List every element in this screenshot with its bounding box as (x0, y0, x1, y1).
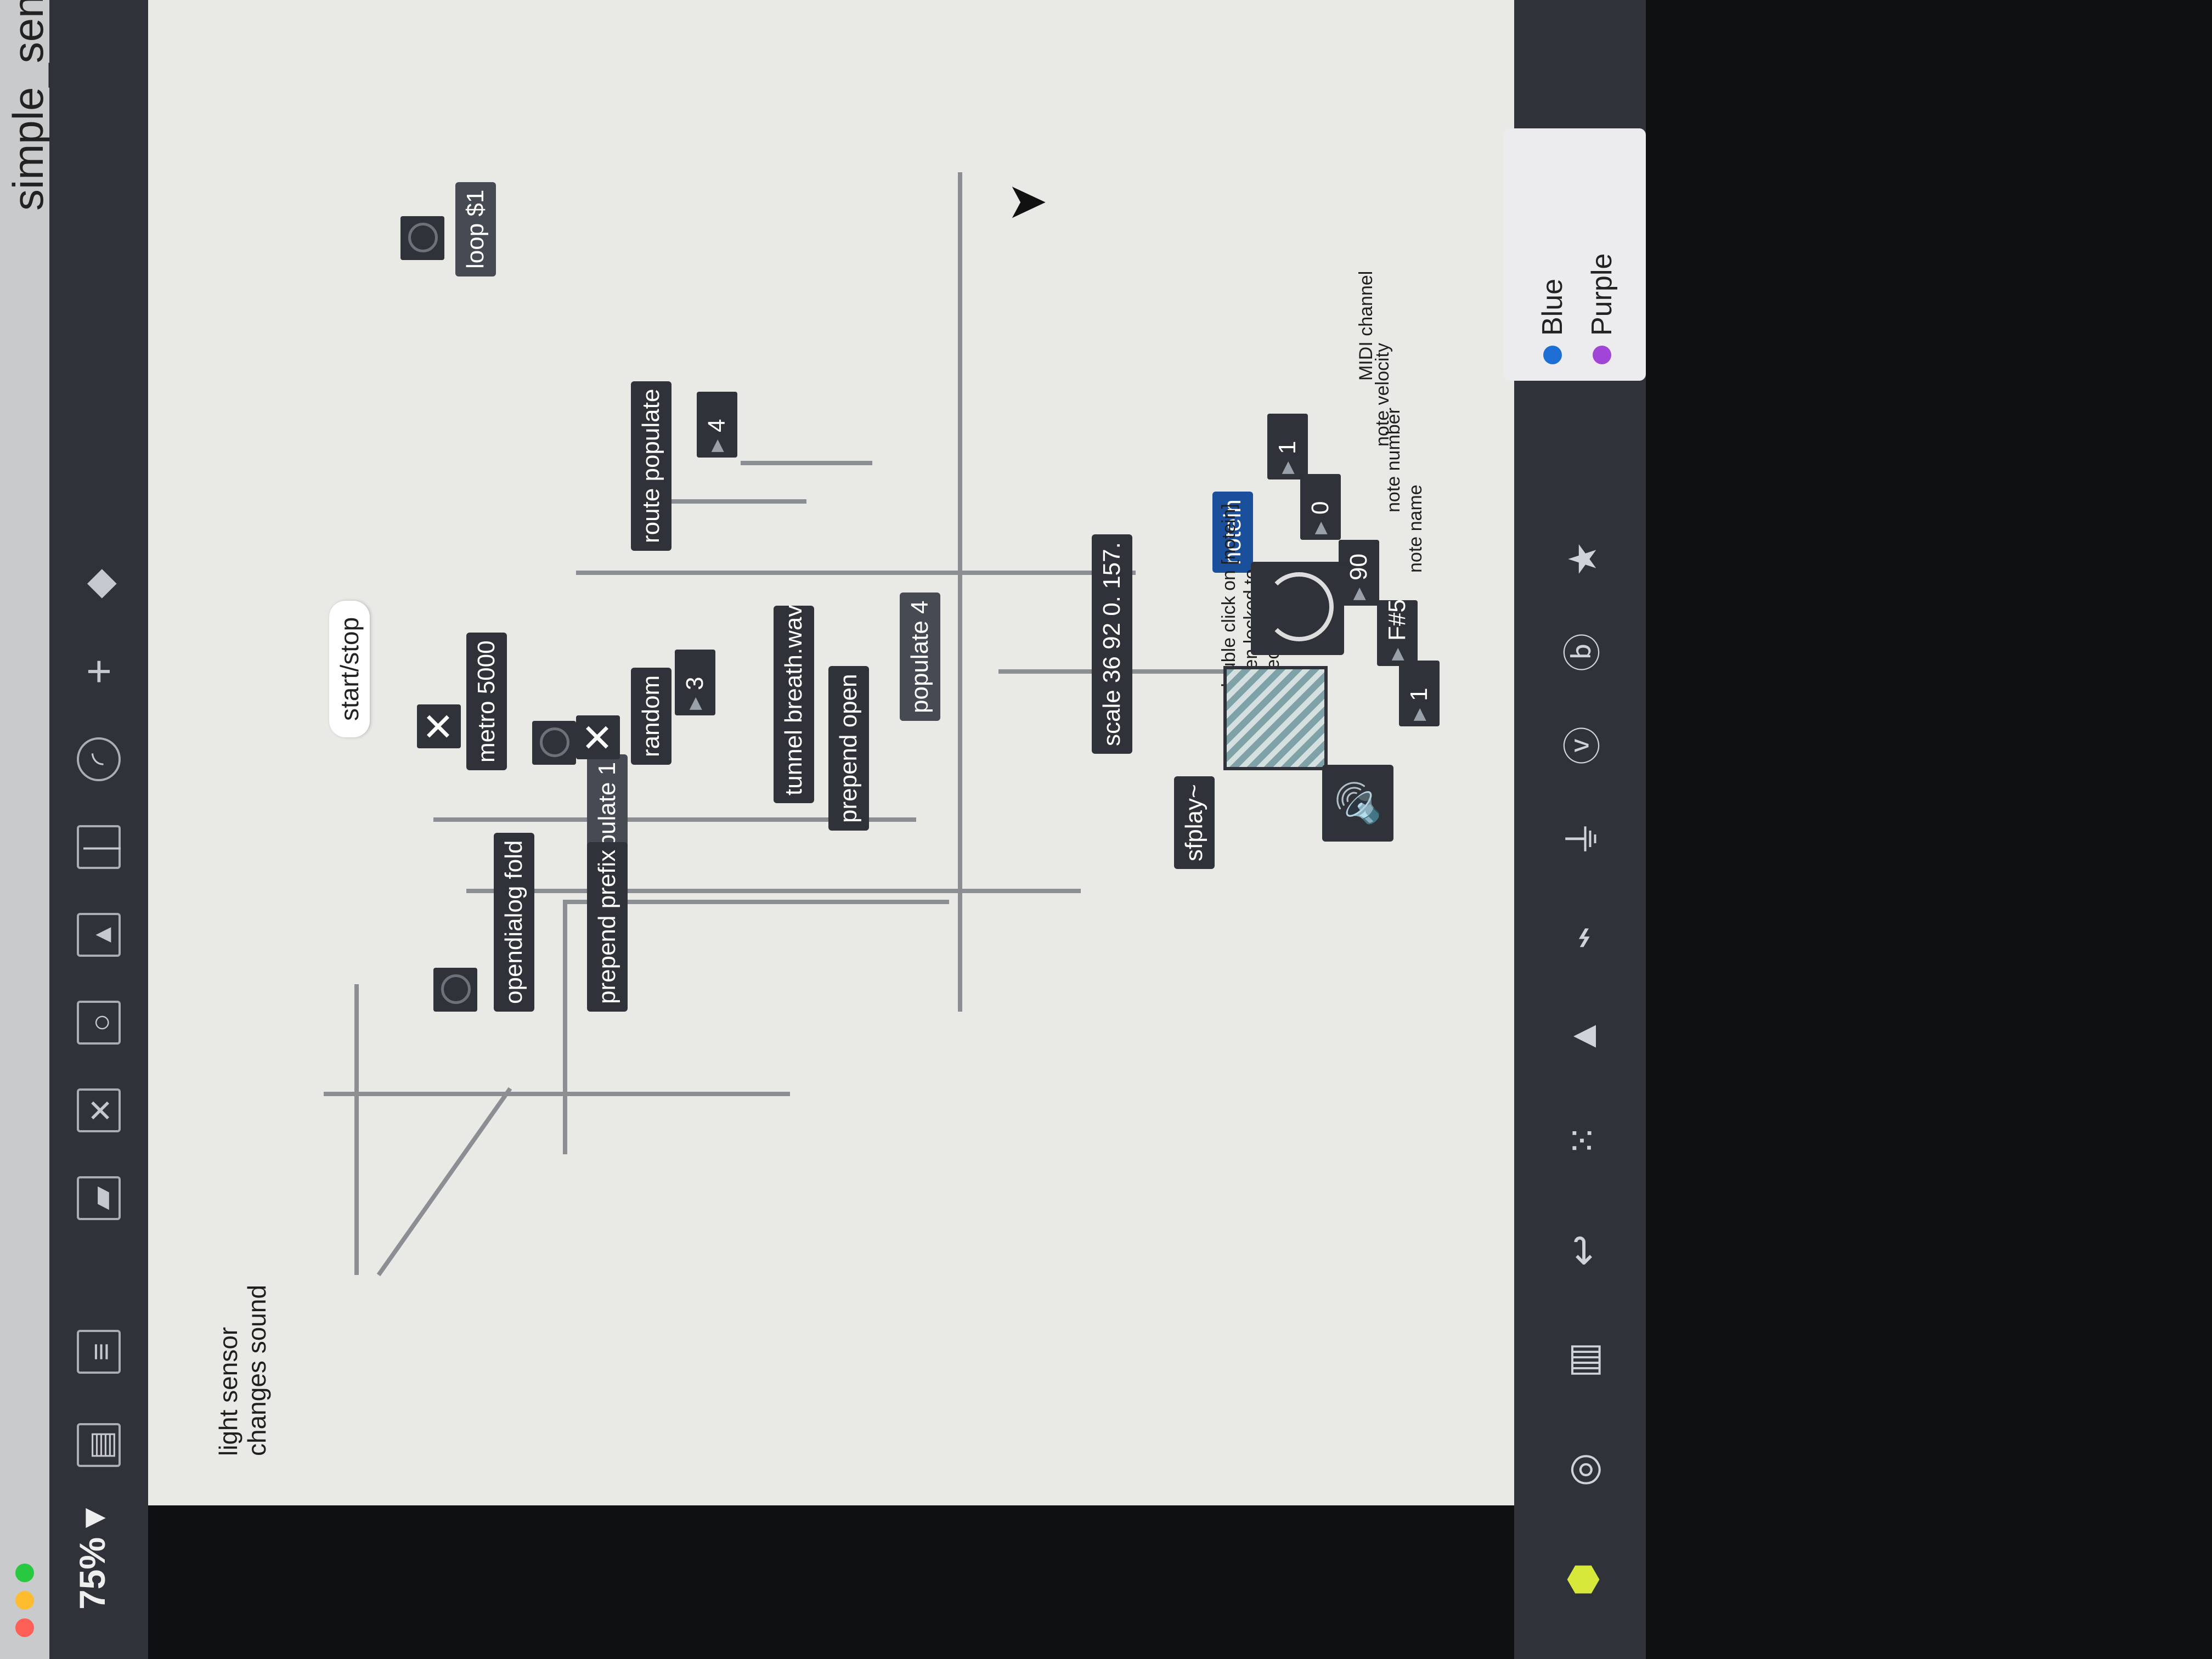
slider-icon[interactable]: │ (77, 825, 121, 869)
comment-light-sensor: light sensor changes sound (214, 1284, 271, 1456)
patcher-canvas[interactable]: light sensor changes sound start/stop lo… (148, 0, 1514, 1505)
dial-knob (1265, 572, 1334, 641)
minimize-window-button[interactable] (15, 1591, 34, 1610)
opendialog-object[interactable]: opendialog fold (494, 832, 534, 1012)
color-label-purple: Purple (1586, 253, 1618, 336)
lock-icon[interactable]: ▤ (77, 1423, 121, 1467)
umenu-soundfile[interactable]: tunnel breath.wav (774, 605, 814, 803)
color-item-purple[interactable]: Purple (1585, 253, 1618, 364)
loop-message[interactable]: loop $1 (455, 182, 496, 276)
target-icon[interactable]: ◎ (1558, 1445, 1607, 1494)
number-4[interactable]: 4 (697, 392, 737, 458)
number-3[interactable]: 3 (675, 650, 715, 715)
color-panel: Blue Purple (1503, 128, 1646, 381)
plug-icon[interactable]: ⏚ (1558, 814, 1607, 864)
note-name-display[interactable]: F#5 (1377, 599, 1418, 666)
bang-loop[interactable] (400, 216, 444, 260)
number-note[interactable]: 90 (1339, 540, 1379, 606)
populate-message[interactable]: populate 4 (900, 592, 940, 721)
scale-object[interactable]: scale 36 92 0. 157. (1092, 534, 1132, 754)
purple-swatch-icon (1593, 346, 1611, 364)
start-toggle[interactable]: ✕ (417, 704, 461, 748)
b-icon[interactable]: ⓑ (1558, 628, 1607, 677)
window-title: simple_senso (4, 0, 52, 211)
add-icon[interactable]: + (74, 650, 123, 693)
picture-icon[interactable]: ▲ (1558, 1012, 1607, 1061)
layout-icon[interactable]: ▥ (1558, 1335, 1607, 1385)
dial[interactable] (1251, 562, 1344, 655)
prepend-prefix-object[interactable]: prepend prefix (587, 842, 628, 1012)
bang-icon[interactable]: ○ (77, 1001, 121, 1045)
bang-random[interactable] (532, 721, 576, 765)
mouse-cursor-icon: ➤ (1006, 173, 1048, 229)
bang-opendialog[interactable] (433, 968, 477, 1012)
start-stop-comment: start/stop (329, 600, 370, 737)
metro-object[interactable]: metro 5000 (466, 633, 507, 770)
sfplay-object[interactable]: sfplay~ (1174, 776, 1215, 869)
gain-slider[interactable] (1223, 666, 1328, 770)
paperclip-icon[interactable]: ⌁ (1558, 913, 1607, 962)
label-note-number: note number (1383, 408, 1404, 512)
snippet-icon[interactable]: ↩ (1558, 1226, 1607, 1275)
new-object-icon[interactable]: ▰ (77, 1176, 121, 1220)
toggle-random[interactable]: ✕ (576, 715, 620, 759)
close-window-button[interactable] (15, 1618, 34, 1637)
zoom-level-select[interactable]: 75% ▾ (71, 1509, 114, 1610)
label-note-name: note name (1405, 484, 1426, 573)
number-velocity[interactable]: 0 (1300, 474, 1341, 540)
v-icon[interactable]: ⓥ (1558, 721, 1607, 770)
random-object[interactable]: random (631, 667, 672, 765)
number-dial[interactable]: 1 (1399, 661, 1440, 726)
blue-swatch-icon (1543, 346, 1562, 364)
grid-icon[interactable]: ⁙ (1558, 1116, 1607, 1165)
top-toolbar: 75% ▾ ▤ ≡ ▰ ✕ ○ ▴ │ ◜ + ◆ (49, 0, 148, 1659)
toggle-icon[interactable]: ✕ (77, 1088, 121, 1132)
speaker-icon[interactable]: 🔊 (1322, 765, 1393, 842)
cube-icon[interactable]: ⬢ (1558, 1555, 1607, 1604)
zoom-window-button[interactable] (15, 1564, 34, 1582)
tag-icon[interactable]: ◆ (77, 562, 121, 606)
number-midi-channel[interactable]: 1 (1267, 414, 1308, 479)
screen: simple_senso 75% ▾ ▤ ≡ ▰ ✕ ○ ▴ │ ◜ + ◆ ⬢… (0, 0, 1646, 1659)
route-populate-object[interactable]: route populate (631, 381, 672, 551)
title-bar: simple_senso (0, 0, 52, 1659)
star-icon[interactable]: ★ (1558, 534, 1607, 584)
color-item-blue[interactable]: Blue (1536, 279, 1569, 364)
presentation-icon[interactable]: ≡ (77, 1330, 121, 1374)
message-icon[interactable]: ▴ (77, 913, 121, 957)
color-label-blue: Blue (1537, 278, 1568, 336)
prepend-open-object[interactable]: prepend open (828, 666, 869, 831)
dial-icon[interactable]: ◜ (77, 737, 121, 781)
